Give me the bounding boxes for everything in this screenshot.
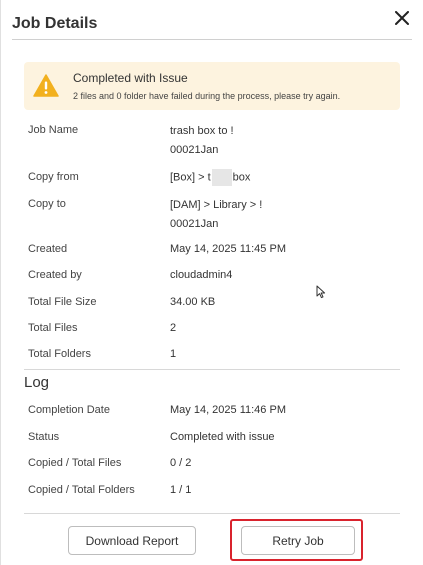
copied-files-value: 0 / 2: [170, 457, 192, 469]
redacted-text: [211, 169, 232, 186]
log-divider: [24, 369, 400, 370]
status-label: Status: [28, 431, 60, 443]
alert-title: Completed with Issue: [73, 71, 188, 85]
copy-to-value: [DAM] > Library > ! 00021Jan: [170, 196, 262, 234]
copied-folders-value: 1 / 1: [170, 484, 192, 496]
dialog-header: Job Details: [12, 0, 412, 40]
mouse-pointer-icon: [316, 285, 326, 304]
total-files-label: Total Files: [28, 322, 78, 334]
retry-job-button[interactable]: Retry Job: [241, 526, 355, 555]
dialog-title: Job Details: [12, 15, 98, 32]
job-details-content[interactable]: Completed with Issue 2 files and 0 folde…: [12, 41, 412, 513]
log-title: Log: [24, 374, 50, 391]
footer-divider: [24, 513, 400, 514]
total-folders-label: Total Folders: [28, 348, 91, 360]
copied-files-label: Copied / Total Files: [28, 457, 122, 469]
created-by-value: cloudadmin4: [170, 269, 233, 281]
copy-from-label: Copy from: [28, 171, 79, 183]
copied-folders-label: Copied / Total Folders: [28, 484, 135, 496]
close-button[interactable]: [392, 8, 412, 28]
created-value: May 14, 2025 11:45 PM: [170, 243, 286, 255]
warning-icon: [33, 74, 59, 102]
copy-to-label: Copy to: [28, 198, 66, 210]
copy-from-path-end: box: [232, 171, 251, 184]
dialog-left-edge: [0, 0, 1, 565]
job-name-label: Job Name: [28, 124, 79, 136]
alert-message: 2 files and 0 folder have failed during …: [73, 91, 341, 101]
download-report-button[interactable]: Download Report: [68, 526, 196, 555]
copy-from-path-start: [Box] > t: [170, 171, 211, 184]
total-file-size-label: Total File Size: [28, 296, 97, 308]
status-value: Completed with issue: [170, 431, 275, 443]
job-name-line-2: 00021Jan: [170, 144, 219, 156]
job-name-line-1: trash box to !: [170, 125, 234, 137]
completion-alert: Completed with Issue 2 files and 0 folde…: [24, 62, 400, 110]
created-by-label: Created by: [28, 269, 82, 281]
created-label: Created: [28, 243, 68, 255]
copy-to-line-1: [DAM] > Library > !: [170, 199, 263, 211]
close-icon: [395, 11, 409, 25]
completion-date-label: Completion Date: [28, 404, 110, 416]
total-folders-value: 1: [170, 348, 177, 360]
completion-date-value: May 14, 2025 11:46 PM: [170, 404, 286, 416]
total-files-value: 2: [170, 322, 177, 334]
copy-from-value: [Box] > t box: [170, 169, 250, 186]
copy-to-line-2: 00021Jan: [170, 218, 219, 230]
job-name-value: trash box to ! 00021Jan: [170, 122, 234, 160]
total-file-size-value: 34.00 KB: [170, 296, 216, 308]
